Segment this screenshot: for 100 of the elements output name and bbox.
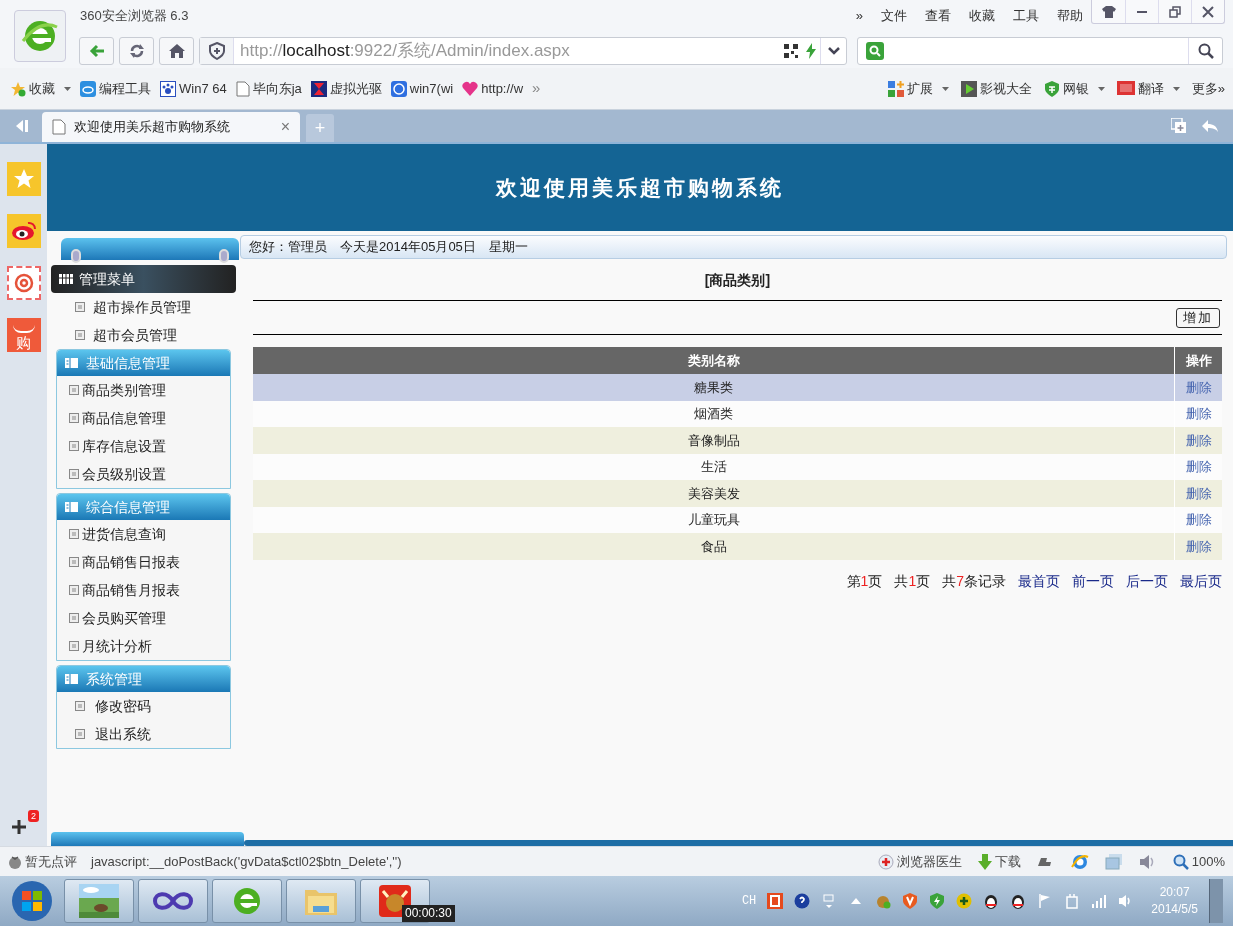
panel-icon xyxy=(65,358,78,368)
more-button[interactable]: 更多» xyxy=(1191,78,1225,99)
bookmark[interactable]: 毕向东ja xyxy=(235,78,302,99)
pager-link[interactable]: 最后页 xyxy=(1180,571,1222,592)
zoom-button[interactable]: 100% xyxy=(1172,851,1225,872)
menu-item[interactable]: 超市操作员管理 xyxy=(47,293,240,321)
table-cell-text: 糖果类 xyxy=(693,378,734,397)
delete-link[interactable]: 删除 xyxy=(1185,430,1212,450)
menu-item[interactable]: 商品类别管理 xyxy=(57,376,230,404)
search-icon xyxy=(1197,43,1214,59)
undo-arrow-icon xyxy=(1201,119,1219,133)
grid-icon xyxy=(59,274,73,284)
menu-item[interactable]: 商品销售日报表 xyxy=(57,548,230,576)
page-icon xyxy=(69,441,79,451)
weibo-button[interactable] xyxy=(6,214,41,248)
bookmark[interactable]: http://w xyxy=(462,78,524,99)
delete-link[interactable]: 删除 xyxy=(1185,377,1212,397)
address-bar[interactable]: http://localhost:9922/系统/Admin/index.aspx xyxy=(199,37,847,65)
system-title: 欢迎使用美乐超市购物系统 xyxy=(496,173,784,202)
pager-link[interactable]: 最首页 xyxy=(1018,571,1060,592)
magnifier-icon xyxy=(1172,853,1189,870)
mail-button[interactable] xyxy=(6,266,41,300)
menu-item[interactable]: 进货信息查询 xyxy=(57,520,230,548)
refresh-button[interactable] xyxy=(119,37,154,65)
menu-item[interactable]: 查看 xyxy=(925,6,951,26)
menu-item[interactable]: 文件 xyxy=(881,6,907,26)
table-cell-text: 生活 xyxy=(699,458,728,476)
add-button[interactable]: 增加 xyxy=(1176,307,1220,328)
delete-link[interactable]: 删除 xyxy=(1185,404,1212,424)
page-icon xyxy=(69,557,79,567)
home-button[interactable] xyxy=(159,37,194,65)
menu-item[interactable]: 库存信息设置 xyxy=(57,432,230,460)
menu-item[interactable]: 超市会员管理 xyxy=(47,321,240,349)
table-row[interactable]: 音像制品 删除 xyxy=(253,427,1222,454)
menu-item[interactable]: » xyxy=(855,6,863,26)
delete-link[interactable]: 删除 xyxy=(1185,536,1212,556)
toolbar-item[interactable]: 网银 xyxy=(1043,78,1105,99)
heart-icon xyxy=(462,80,479,97)
menu-item[interactable]: 修改密码 xyxy=(57,692,230,720)
delete-link[interactable]: 删除 xyxy=(1185,457,1212,477)
table-row[interactable]: 糖果类 删除 xyxy=(253,374,1222,401)
taskbar-button[interactable] xyxy=(64,879,134,923)
menu-item[interactable]: 帮助 xyxy=(1057,6,1083,26)
caret-down-icon xyxy=(64,86,71,91)
pager-link[interactable]: 后一页 xyxy=(1126,571,1168,592)
add-button[interactable] xyxy=(12,820,26,834)
medical-cross-icon xyxy=(877,853,894,870)
pager-link[interactable]: 前一页 xyxy=(1072,571,1114,592)
caret-down-icon xyxy=(941,86,949,91)
home-icon xyxy=(168,44,185,58)
table-row[interactable]: 食品 删除 xyxy=(253,533,1222,560)
download-button[interactable]: 下载 xyxy=(977,851,1021,872)
menu-item[interactable]: 商品销售月报表 xyxy=(57,576,230,604)
apps-icon xyxy=(887,80,904,97)
new-window-icon xyxy=(1171,118,1187,134)
shirt-icon xyxy=(1101,5,1116,18)
bookmark[interactable]: 收藏 xyxy=(10,78,71,99)
section-title: [商品类别] xyxy=(704,271,771,290)
page-icon xyxy=(235,80,250,97)
toolbar-item[interactable]: 翻译 xyxy=(1116,78,1180,99)
search-field[interactable] xyxy=(857,37,1223,65)
chevron-down-icon xyxy=(827,47,840,55)
caret-down-icon xyxy=(1097,86,1105,91)
menu-item[interactable]: 会员级别设置 xyxy=(57,460,230,488)
hourglass-icon xyxy=(310,80,327,97)
page-icon xyxy=(69,385,79,395)
delete-link[interactable]: 删除 xyxy=(1185,510,1212,530)
menu-item[interactable]: 收藏 xyxy=(969,6,995,26)
toolbar-item[interactable]: 影视大全 xyxy=(960,78,1032,99)
rating-item[interactable]: 暂无点评 xyxy=(8,851,77,872)
menu-item[interactable]: 退出系统 xyxy=(57,720,230,748)
delete-link[interactable]: 删除 xyxy=(1185,483,1212,503)
caret-down-icon xyxy=(1172,86,1180,91)
window-title: 360安全浏览器 6.3 xyxy=(80,7,189,25)
back-button[interactable] xyxy=(79,37,114,65)
windows-logo-icon xyxy=(11,880,53,922)
tab-close-button[interactable]: × xyxy=(280,115,290,139)
menu-item[interactable]: 商品信息管理 xyxy=(57,404,230,432)
menu-item[interactable]: 月统计分析 xyxy=(57,632,230,660)
bookmark[interactable]: 虚拟光驱 xyxy=(310,78,382,99)
menu-item[interactable]: 会员购买管理 xyxy=(57,604,230,632)
browser-logo[interactable] xyxy=(14,10,66,62)
browser-doctor-button[interactable]: 浏览器医生 xyxy=(877,851,962,872)
table-row[interactable]: 美容美发 删除 xyxy=(253,480,1222,507)
menu-item[interactable]: 工具 xyxy=(1013,6,1039,26)
pager-info: 共7条记录 xyxy=(942,572,1006,591)
eye-icon xyxy=(10,221,37,241)
back-arrow-icon xyxy=(88,44,105,58)
security-shield-icon xyxy=(208,42,225,60)
toolbar-item[interactable]: 扩展 xyxy=(887,78,949,99)
page-icon xyxy=(75,330,85,340)
page-icon xyxy=(69,641,79,651)
browser-tab[interactable]: 欢迎使用美乐超市购物系统 × xyxy=(42,112,300,142)
bookmark[interactable]: win7(wi xyxy=(390,78,454,99)
bookmark[interactable]: Win7 64 xyxy=(160,78,227,99)
taskbar-button[interactable] xyxy=(138,879,208,923)
infinity-icon xyxy=(153,891,193,911)
column-header: 类别名称 xyxy=(686,351,741,370)
bookmark[interactable]: 编程工具 xyxy=(80,78,151,99)
page-icon xyxy=(69,469,79,479)
